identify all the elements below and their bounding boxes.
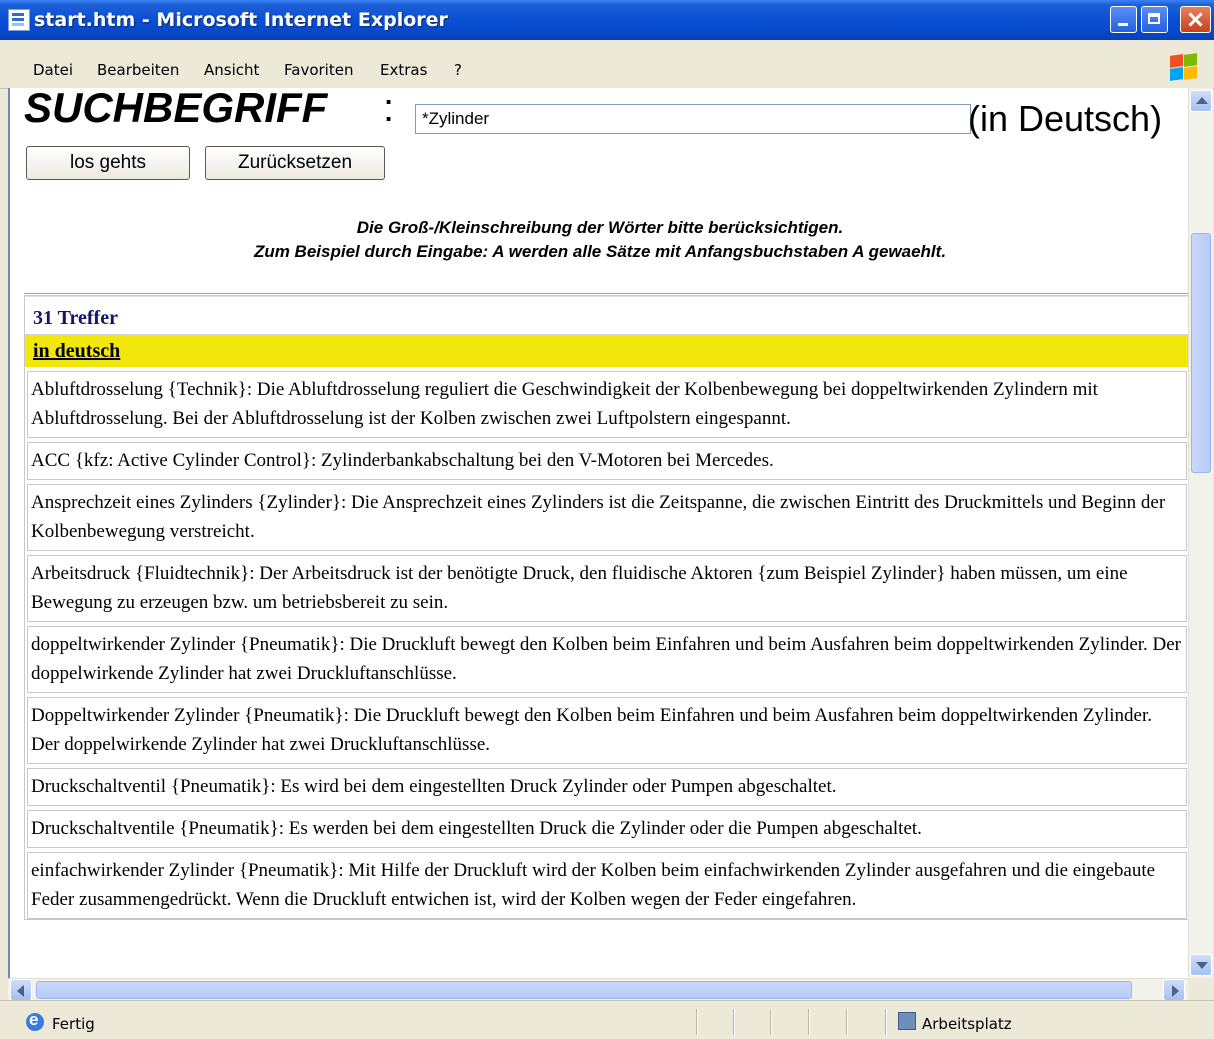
result-row: einfachwirkender Zylinder {Pneumatik}: M… [27, 852, 1187, 919]
page-content: SUCHBEGRIFF : (in Deutsch) los gehts Zur… [8, 88, 1190, 978]
result-row: Arbeitsdruck {Fluidtechnik}: Der Arbeits… [27, 555, 1187, 622]
chevron-left-icon [17, 985, 24, 997]
status-separator [846, 1009, 848, 1035]
menu-ansicht[interactable]: Ansicht [204, 61, 259, 79]
horizontal-scrollbar[interactable] [8, 978, 1188, 1001]
scroll-down-button[interactable] [1190, 954, 1212, 976]
hint-line-2: Zum Beispiel durch Eingabe: A werden all… [253, 242, 947, 261]
menu-help[interactable]: ? [454, 61, 462, 79]
status-separator [770, 1009, 772, 1035]
ie-page-icon [8, 9, 30, 31]
result-row: ACC {kfz: Active Cylinder Control}: Zyli… [27, 442, 1187, 480]
search-input[interactable] [415, 104, 971, 134]
status-separator [696, 1009, 698, 1035]
horizontal-scroll-thumb[interactable] [36, 981, 1132, 999]
search-heading: SUCHBEGRIFF [24, 88, 328, 131]
menu-extras[interactable]: Extras [380, 61, 427, 79]
hint-line-1: Die Groß-/Kleinschreibung der Wörter bit… [356, 218, 844, 237]
security-zone: Arbeitsplatz [922, 1015, 1012, 1033]
status-separator [733, 1009, 735, 1035]
section-link-in-deutsch[interactable]: in deutsch [25, 335, 1189, 367]
results-count: 31 Treffer [25, 296, 1189, 335]
result-row: Doppeltwirkender Zylinder {Pneumatik}: D… [27, 697, 1187, 764]
status-text: Fertig [52, 1015, 95, 1033]
windows-logo-icon [1168, 53, 1198, 82]
result-row: Druckschaltventil {Pneumatik}: Es wird b… [27, 768, 1187, 806]
browser-window: start.htm - Microsoft Internet Explorer … [0, 0, 1214, 1039]
ie-icon [26, 1010, 44, 1031]
title-bar[interactable]: start.htm - Microsoft Internet Explorer [0, 0, 1214, 40]
menu-bar: Datei Bearbeiten Ansicht Favoriten Extra… [0, 40, 1214, 89]
language-label: (in Deutsch) [968, 98, 1163, 139]
chevron-down-icon [1196, 962, 1208, 969]
chevron-right-icon [1172, 985, 1179, 997]
status-bar: Fertig Arbeitsplatz [0, 1000, 1214, 1039]
result-row: Abluftdrosselung {Technik}: Die Abluftdr… [27, 371, 1187, 438]
minimize-button[interactable] [1110, 6, 1137, 33]
scroll-right-button[interactable] [1163, 979, 1185, 1001]
search-heading-colon: : [383, 88, 395, 130]
result-row: Ansprechzeit eines Zylinders {Zylinder}:… [27, 484, 1187, 551]
window-title: start.htm - Microsoft Internet Explorer [34, 9, 448, 31]
status-separator [808, 1009, 810, 1035]
status-separator [885, 1009, 887, 1035]
vertical-scrollbar[interactable] [1188, 88, 1213, 978]
scroll-up-button[interactable] [1190, 90, 1212, 112]
submit-button[interactable]: los gehts [26, 146, 190, 180]
chevron-up-icon [1196, 97, 1208, 104]
results-table: 31 Treffer in deutsch Abluftdrosselung {… [24, 295, 1190, 920]
menu-datei[interactable]: Datei [33, 61, 73, 79]
result-row: doppeltwirkender Zylinder {Pneumatik}: D… [27, 626, 1187, 693]
close-button[interactable] [1180, 6, 1211, 33]
maximize-button[interactable] [1141, 6, 1168, 33]
menu-favoriten[interactable]: Favoriten [284, 61, 353, 79]
reset-button[interactable]: Zurücksetzen [205, 146, 385, 180]
menu-bearbeiten[interactable]: Bearbeiten [97, 61, 179, 79]
vertical-scroll-thumb[interactable] [1191, 233, 1211, 473]
scroll-left-button[interactable] [10, 979, 32, 1001]
result-row: Druckschaltventile {Pneumatik}: Es werde… [27, 810, 1187, 848]
computer-icon [898, 1012, 916, 1030]
